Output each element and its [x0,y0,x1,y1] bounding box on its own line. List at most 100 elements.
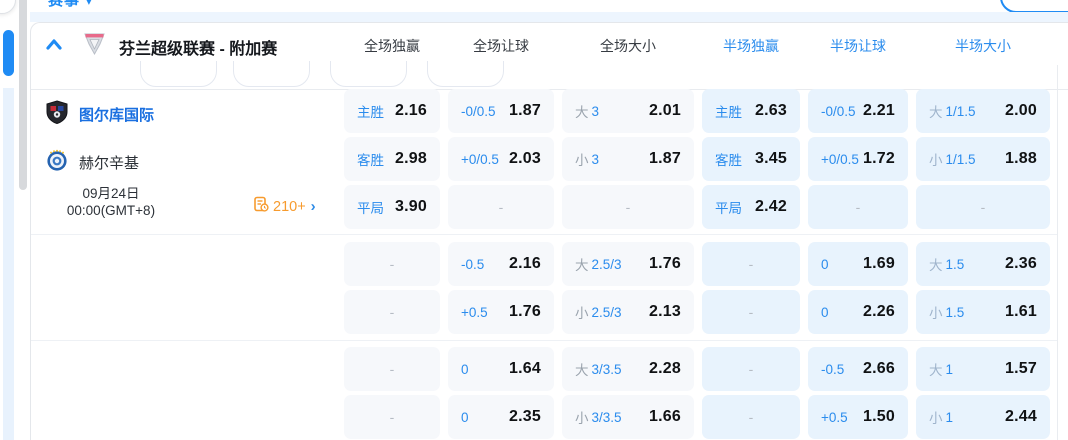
bet-line: 2.5/3 [591,304,622,320]
odds-value: 2.63 [755,102,787,119]
bet-selection-label: -0.5 [461,257,484,272]
odds-value: 1.66 [649,408,681,425]
bet-line: 2.5/3 [591,256,622,272]
over-under-prefix: 小 [929,411,943,426]
bet-selection-label: 0 [821,305,829,320]
odds-cell[interactable]: -0/0.5 2.21 [808,89,908,133]
odds-cell-empty: - [808,185,908,229]
odds-value: 1.76 [649,255,681,272]
odds-cell[interactable]: 小 1/1.5 1.88 [916,137,1050,181]
odds-cell[interactable]: 客胜 3.45 [702,137,800,181]
odds-cell[interactable]: 大 3 2.01 [562,89,694,133]
bet-selection-label: 大 1.5 [929,254,964,274]
bet-line: 1/1.5 [945,151,976,167]
bet-selection-label: 小 1.5 [929,302,964,322]
bet-line: 1 [945,409,954,425]
odds-cell[interactable]: +0/0.5 1.72 [808,137,908,181]
odds-cell[interactable]: 大 1.5 2.36 [916,242,1050,286]
odds-value: 1.57 [1005,360,1037,377]
odds-cell[interactable]: 小 2.5/3 2.13 [562,290,694,334]
bet-line: 0 [821,304,829,320]
odds-cell[interactable]: 大 1 1.57 [916,347,1050,391]
odds-cell[interactable]: 大 3/3.5 2.28 [562,347,694,391]
league-card: 芬兰超级联赛 - 附加赛 全场独赢 全场让球 全场大小 半场独赢 半场让球 半场大小 [30,22,1068,440]
odds-cell[interactable]: 主胜 2.16 [344,89,440,133]
top-clipped-label: 赛事 ▾ [48,0,94,9]
bet-line: 0 [821,256,829,272]
odds-cell[interactable]: -0.5 2.16 [448,242,554,286]
odds-cell-empty: - [702,290,800,334]
odds-cell[interactable]: 客胜 2.98 [344,137,440,181]
home-team-row[interactable]: 图尔库国际 [45,99,154,127]
column-header-2[interactable]: 全场让球 [448,36,554,56]
filter-pill-fragment[interactable] [233,61,310,87]
kickoff-clock: 00:00(GMT+8) [66,203,156,218]
odds-value: 2.16 [395,102,427,119]
bet-line: -0.5 [461,256,485,272]
match-info: 图尔库国际 赫尔辛基 09月24日 00:00(GMT+8) 210+ › [31,89,344,440]
odds-cell[interactable]: -0.5 2.66 [808,347,908,391]
bet-line: 平局 [715,201,742,216]
odds-cell[interactable]: 主胜 2.63 [702,89,800,133]
bet-line: +0.5 [821,409,848,425]
odds-column-headers: 全场独赢 全场让球 全场大小 半场独赢 半场让球 半场大小 [344,36,1057,58]
odds-value: 2.01 [649,102,681,119]
scrollbar-thumb[interactable] [19,0,27,190]
bet-selection-label: 客胜 [715,149,742,169]
column-header-5[interactable]: 半场让球 [808,36,908,56]
bet-line: 0 [461,361,469,377]
odds-cell-empty: - [562,185,694,229]
odds-cell-empty: - [702,395,800,439]
odds-cell-empty: - [344,242,440,286]
chevron-up-icon[interactable] [43,34,65,56]
left-rail [3,88,14,440]
odds-cell[interactable]: +0.5 1.50 [808,395,908,439]
odds-cell[interactable]: 0 1.69 [808,242,908,286]
odds-cell[interactable]: 0 2.35 [448,395,554,439]
over-under-prefix: 小 [575,411,589,426]
bet-selection-label: 大 3/3.5 [575,359,622,379]
odds-value: 1.76 [509,303,541,320]
filter-pill-fragment[interactable] [330,61,407,87]
odds-cell[interactable]: -0/0.5 1.87 [448,89,554,133]
bet-line: 3/3.5 [591,361,622,377]
odds-row: 客胜 2.98 +0/0.5 2.03 小 3 1.87 客胜 3.45 +0/0.5 1.72 小 1… [344,137,1057,181]
bet-selection-label: +0/0.5 [821,152,859,167]
away-team-row[interactable]: 赫尔辛基 [45,149,139,175]
bet-selection-label: 主胜 [357,101,384,121]
odds-cell[interactable]: +0.5 1.76 [448,290,554,334]
betting-odds-screen: 赛事 ▾ 芬兰超级联赛 - 附加赛 全场独赢 全场让球 全场大小 半场独赢 半场让球 半场… [0,0,1068,440]
bet-selection-label: 0 [821,257,829,272]
league-title[interactable]: 芬兰超级联赛 - 附加赛 [119,35,277,59]
more-markets-link[interactable]: 210+ › [253,196,316,217]
top-clipped-text[interactable]: 赛事 ▾ [48,0,168,9]
filter-pill-fragment[interactable] [140,61,217,87]
bet-line: -0.5 [821,361,845,377]
odds-cell[interactable]: 小 3 1.87 [562,137,694,181]
markets-count: 210+ [273,198,306,215]
bet-selection-label: 小 1/1.5 [929,149,976,169]
odds-cell[interactable]: 大 2.5/3 1.76 [562,242,694,286]
odds-cell[interactable]: 小 1.5 1.61 [916,290,1050,334]
bet-line: 3/3.5 [591,409,622,425]
column-header-3[interactable]: 全场大小 [562,36,694,56]
odds-value: 2.16 [509,255,541,272]
odds-cell[interactable]: +0/0.5 2.03 [448,137,554,181]
column-header-6[interactable]: 半场大小 [916,36,1050,56]
filter-pill-fragment[interactable] [427,61,504,87]
odds-cell[interactable]: 大 1/1.5 2.00 [916,89,1050,133]
over-under-prefix: 大 [575,105,589,120]
column-header-4[interactable]: 半场独赢 [702,36,800,56]
bet-selection-label: 0 [461,410,469,425]
odds-cell[interactable]: 0 2.26 [808,290,908,334]
odds-cell[interactable]: 小 1 2.44 [916,395,1050,439]
odds-value: 2.13 [649,303,681,320]
bet-line: 3 [591,151,600,167]
page-band [30,12,1068,22]
floating-button-fragment[interactable] [0,0,16,14]
odds-cell[interactable]: 小 3/3.5 1.66 [562,395,694,439]
odds-cell[interactable]: 平局 2.42 [702,185,800,229]
odds-cell[interactable]: 0 1.64 [448,347,554,391]
column-header-1[interactable]: 全场独赢 [344,36,440,56]
odds-cell[interactable]: 平局 3.90 [344,185,440,229]
